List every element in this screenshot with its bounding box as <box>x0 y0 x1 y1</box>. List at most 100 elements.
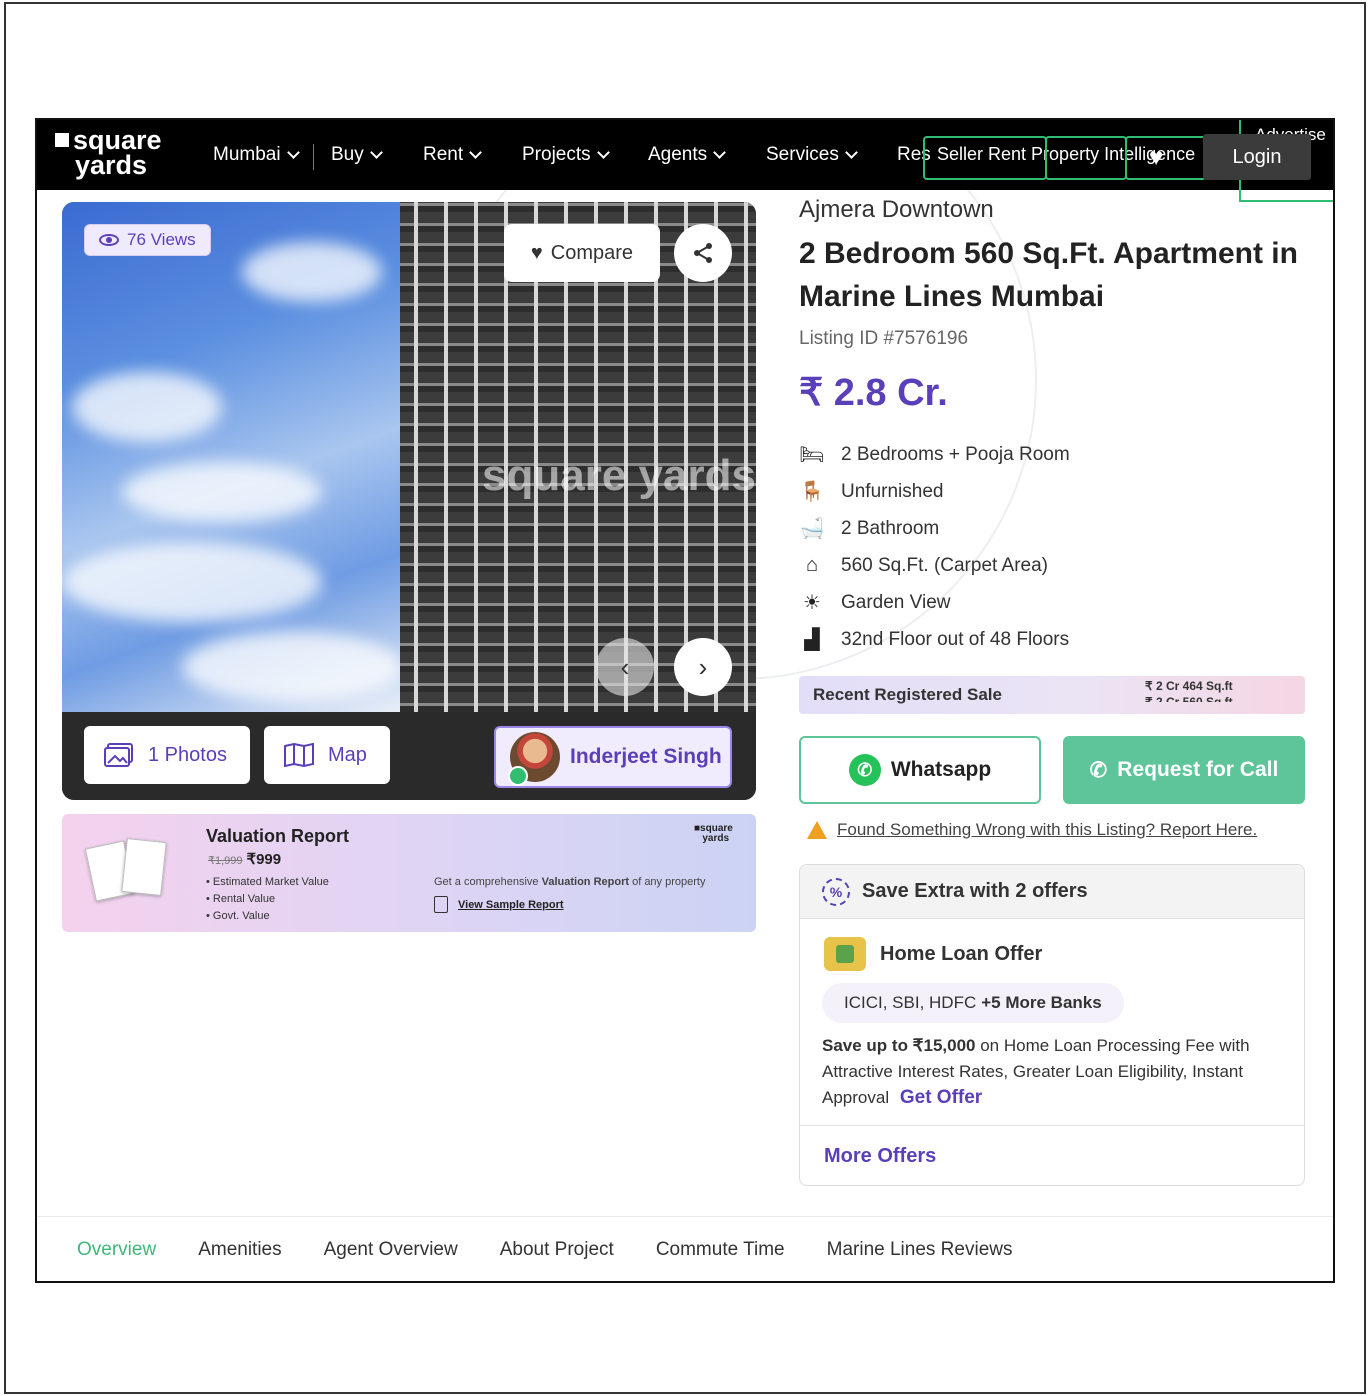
nav-item-buy[interactable]: Buy <box>331 144 383 166</box>
post-property-button-outline[interactable] <box>1045 136 1127 180</box>
tab-agent-overview[interactable]: Agent Overview <box>324 1239 458 1261</box>
photos-button[interactable]: 1 Photos <box>84 726 250 784</box>
tab-reviews[interactable]: Marine Lines Reviews <box>827 1239 1013 1261</box>
recent-sale-value: ₹ 2 Cr 464 Sq.ft <box>1145 679 1233 693</box>
whatsapp-button[interactable]: ✆ Whatsapp <box>799 736 1041 804</box>
list-item: Govt. Value <box>206 908 329 925</box>
tab-commute-time[interactable]: Commute Time <box>656 1239 785 1261</box>
chevron-down-icon <box>596 146 610 159</box>
bathtub-icon: 🛁 <box>799 518 825 540</box>
share-button[interactable] <box>674 224 732 282</box>
feature-bathroom: 🛁 2 Bathroom <box>799 510 1070 547</box>
report-listing-link[interactable]: Found Something Wrong with this Listing?… <box>807 820 1257 840</box>
report-documents-illustration <box>84 838 172 902</box>
intelligence-button-outline[interactable] <box>1125 136 1207 180</box>
phone-badge-icon <box>508 766 528 786</box>
chevron-down-icon <box>286 146 300 159</box>
get-offer-link[interactable]: Get Offer <box>900 1087 982 1108</box>
photos-icon <box>104 743 133 767</box>
divider <box>800 1125 1304 1126</box>
list-item: Estimated Market Value <box>206 874 329 891</box>
listing-title: 2 Bedroom 560 Sq.Ft. Apartment in Marine… <box>799 237 1298 313</box>
warning-icon <box>807 821 827 839</box>
views-count: 76 Views <box>127 230 196 249</box>
recent-sale-value: ₹ 2 Cr 560 Sq.ft <box>1145 695 1233 702</box>
project-name[interactable]: Ajmera Downtown <box>799 196 994 224</box>
nav-item-projects[interactable]: Projects <box>522 144 610 166</box>
offers-header: % Save Extra with 2 offers <box>800 865 1304 919</box>
desc-bold: Valuation Report <box>541 876 630 888</box>
login-label: Login <box>1232 145 1282 168</box>
banks-chip[interactable]: ICICI, SBI, HDFC +5 More Banks <box>822 983 1124 1023</box>
property-photo-sky <box>62 202 402 712</box>
feature-bedrooms: 🛏 2 Bedrooms + Pooja Room <box>799 436 1070 473</box>
square-yards-logo[interactable]: square yards <box>55 127 162 180</box>
document-icon <box>434 896 448 913</box>
recent-sale-values: ₹ 2 Cr 464 Sq.ft ₹ 2 Cr 560 Sq.ft <box>1145 678 1233 702</box>
feature-text: Garden View <box>841 591 951 613</box>
feature-text: 32nd Floor out of 48 Floors <box>841 628 1070 650</box>
property-image-gallery[interactable]: square yards 76 Views ♥ Compare ‹ › 1 Ph… <box>62 202 756 800</box>
gallery-next-button[interactable]: › <box>674 638 732 696</box>
feature-text: 2 Bedrooms + Pooja Room <box>841 443 1070 465</box>
home-loan-title: Home Loan Offer <box>880 942 1043 965</box>
desc-text: Get a comprehensive <box>434 876 542 888</box>
agent-contact-button[interactable]: Inderjeet Singh <box>494 726 732 788</box>
property-features: 🛏 2 Bedrooms + Pooja Room 🪑 Unfurnished 🛁 2… <box>799 436 1070 658</box>
chevron-down-icon <box>713 146 727 159</box>
home-loan-description: Save up to ₹15,000 on Home Loan Processi… <box>822 1033 1282 1111</box>
valuation-title: Valuation Report <box>206 826 350 846</box>
home-icon: ⌂ <box>805 554 819 576</box>
nav-item-agents[interactable]: Agents <box>648 144 727 166</box>
logo-text-line2: yards <box>75 150 148 180</box>
tab-overview[interactable]: Overview <box>77 1239 156 1261</box>
offers-header-label: Save Extra with 2 offers <box>862 880 1088 902</box>
valuation-price: ₹1,999 ₹999 <box>208 850 281 868</box>
nav-item-services[interactable]: Services <box>766 144 858 166</box>
request-call-button[interactable]: ✆ Request for Call <box>1063 736 1305 804</box>
recent-registered-sale-bar[interactable]: Recent Registered Sale ₹ 2 Cr 464 Sq.ft … <box>799 676 1305 714</box>
document-icon <box>121 838 167 896</box>
section-tabs: Overview Amenities Agent Overview About … <box>37 1216 1333 1281</box>
login-button[interactable]: Login <box>1203 134 1311 180</box>
listing-price: ₹ 2.8 Cr. <box>799 372 948 414</box>
chevron-down-icon <box>844 146 858 159</box>
map-icon <box>284 743 314 767</box>
cloud-shape <box>122 462 322 522</box>
recent-sale-label: Recent Registered Sale <box>813 685 1002 704</box>
desc-text: of any property <box>629 876 706 888</box>
sofa-icon: 🪑 <box>799 481 825 503</box>
sample-report-label: View Sample Report <box>458 898 564 911</box>
nav-item-rent[interactable]: Rent <box>423 144 483 166</box>
valuation-report-banner[interactable]: Valuation Report ₹1,999₹999 Estimated Ma… <box>62 814 756 932</box>
report-label: Found Something Wrong with this Listing?… <box>837 820 1258 839</box>
nav-city-selector[interactable]: Mumbai <box>213 144 300 166</box>
tab-amenities[interactable]: Amenities <box>198 1239 281 1261</box>
nav-item-label: Services <box>766 144 839 165</box>
valuation-features: Estimated Market Value Rental Value Govt… <box>206 874 329 925</box>
gallery-prev-button[interactable]: ‹ <box>596 638 654 696</box>
cloud-shape <box>182 632 402 702</box>
view-sample-report-link[interactable]: View Sample Report <box>434 896 564 913</box>
valuation-description: Get a comprehensive Valuation Report of … <box>434 876 705 888</box>
seller-button-outline[interactable] <box>923 136 1047 180</box>
map-button[interactable]: Map <box>264 726 390 784</box>
nav-item-label: Agents <box>648 144 708 165</box>
share-icon <box>694 243 712 263</box>
tab-about-project[interactable]: About Project <box>500 1239 614 1261</box>
more-offers-link[interactable]: More Offers <box>824 1145 936 1168</box>
chevron-down-icon <box>469 146 483 159</box>
money-icon <box>824 937 866 971</box>
chevron-down-icon <box>369 146 383 159</box>
square-yards-small-logo: ■square yards <box>694 823 733 844</box>
list-item: Rental Value <box>206 891 329 908</box>
photos-label: 1 Photos <box>148 743 227 766</box>
heart-icon[interactable]: ♥ <box>1149 144 1163 172</box>
feature-view: ☀ Garden View <box>799 584 1070 621</box>
compare-button[interactable]: ♥ Compare <box>504 224 660 282</box>
feature-text: Unfurnished <box>841 480 944 502</box>
nav-city-label: Mumbai <box>213 144 281 165</box>
offers-card: % Save Extra with 2 offers Home Loan Off… <box>799 864 1305 1186</box>
cloud-shape <box>72 372 222 442</box>
feature-furnishing: 🪑 Unfurnished <box>799 473 1070 510</box>
